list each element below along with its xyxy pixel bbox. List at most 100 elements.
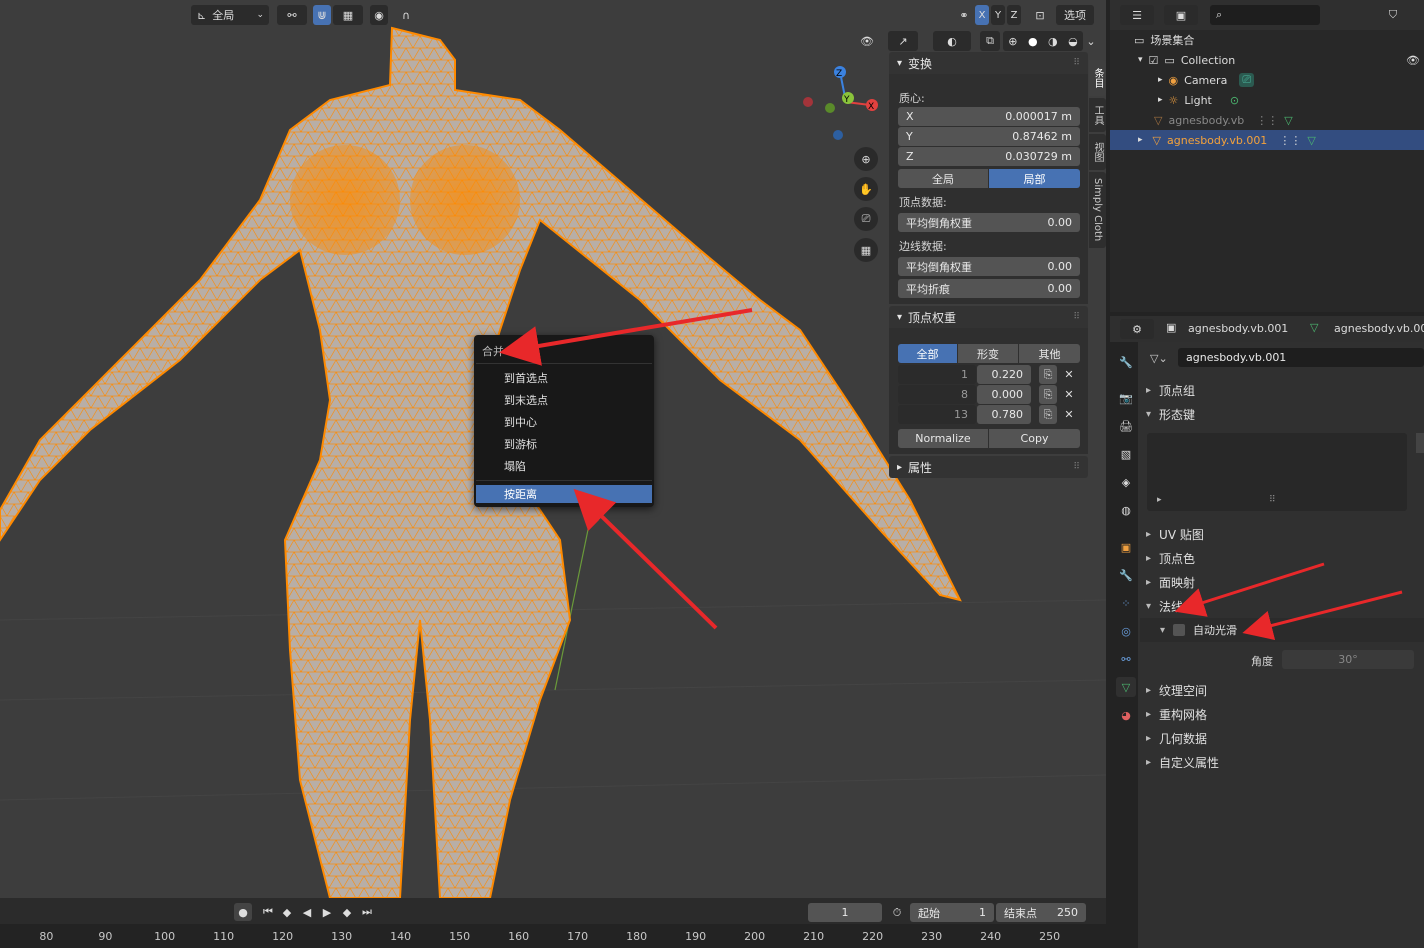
tab-simply-cloth[interactable]: Simply Cloth [1089,172,1106,248]
display-mode-dropdown[interactable]: ☰ [1120,5,1154,25]
end-frame-field[interactable]: 结束点 250 [996,903,1086,922]
tool-tab-icon[interactable]: 🔧 [1116,352,1136,372]
section-remesh[interactable]: 重构网格 [1146,706,1207,723]
light-data-icon: ⊙ [1229,93,1240,107]
stopwatch-icon[interactable]: ⏱ [888,903,906,922]
outliner-row-object-2[interactable]: ▸ ▽ agnesbody.vb.001 ⋮⋮ ▽ [1110,130,1424,150]
mesh-data-tab-icon[interactable]: ▽ [1116,677,1136,697]
current-frame-field[interactable]: 1 [808,903,882,922]
ruler-tick-label: 140 [390,930,412,943]
play-icon[interactable]: ▶ [318,903,336,921]
angle-label: 角度 [1251,655,1273,668]
collection-icon: ▭ [1134,33,1145,47]
tab-view[interactable]: 视图 [1089,134,1106,170]
light-object-icon: ☼ [1168,93,1179,107]
filter-dropdown[interactable]: ⛉ [1378,5,1408,25]
resize-handle-icon[interactable]: ⠿ [1269,495,1276,505]
outliner-row-light[interactable]: ▸ ☼ Light ⊙ [1110,90,1424,110]
material-tab-icon[interactable]: ◕ [1116,705,1136,725]
outliner-row-collection[interactable]: ▾ ☑ ▭ Collection 👁 [1110,50,1424,70]
section-custom-properties[interactable]: 自定义属性 [1146,754,1219,771]
record-icon[interactable]: ● [234,903,252,921]
world-tab-icon[interactable]: ◍ [1116,500,1136,520]
section-vertex-groups[interactable]: 顶点组 [1146,382,1195,399]
view-layer-tab-icon[interactable]: ▧ [1116,444,1136,464]
outliner-icon: ☰ [1132,8,1142,22]
ruler-tick-label: 130 [331,930,353,943]
tab-tool[interactable]: 工具 [1089,98,1106,132]
ruler-tick-label: 170 [567,930,589,943]
outliner-row-scene-collection[interactable]: ▭ 场景集合 [1110,30,1424,50]
chevron-right-icon: ▸ [1138,135,1143,145]
ruler-tick-label: 80 [39,930,54,943]
mesh-datablock-icon[interactable]: ▽⌄ [1150,348,1174,368]
section-shape-keys[interactable]: 形态键 [1146,406,1195,423]
jump-end-icon[interactable]: ⏭ [358,903,376,921]
section-uv-maps[interactable]: UV 贴图 [1146,526,1204,543]
breadcrumb-object: agnesbody.vb.001 [1188,322,1289,335]
modifier-icon: ⋮⋮ [1256,113,1279,127]
outliner-row-camera[interactable]: ▸ ◉ Camera ⎚ [1110,70,1424,90]
eye-icon[interactable]: 👁 [1406,54,1420,67]
section-geometry-data[interactable]: 几何数据 [1146,730,1207,747]
ruler-tick-label: 230 [921,930,943,943]
ruler-tick-label: 150 [449,930,471,943]
mesh-object-icon: ▽ [1154,113,1163,127]
ruler-tick-label: 200 [744,930,766,943]
jump-start-icon[interactable]: ⏮ [259,903,277,921]
section-texture-space[interactable]: 纹理空间 [1146,682,1207,699]
ruler-tick-label: 120 [272,930,294,943]
ruler-tick-label: 240 [980,930,1002,943]
3d-viewport[interactable]: ⊾ 全局 ⌄ ⚯ ⋓ ▦ ◉ ∩ ⚭ X Y Z ⊡ 选项 👁 ↗ ◐ ⧉ ⊕ … [0,0,1106,898]
outliner-header: ☰ ▣ ⌕ ⛉ [1110,0,1424,30]
prev-keyframe-icon[interactable]: ◆ [278,903,296,921]
ruler-tick-label: 190 [685,930,707,943]
properties-icon: ⚙ [1132,322,1142,336]
ruler-tick-label: 210 [803,930,825,943]
ruler-tick-label: 100 [154,930,176,943]
chevron-right-icon: ▸ [1158,75,1163,85]
chevron-right-icon: ▸ [1158,95,1163,105]
camera-data-icon: ⎚ [1239,73,1255,87]
tab-item[interactable]: 条目 [1089,60,1106,96]
mesh-data-icon: ▽ [1310,321,1319,334]
ruler-tick-label: 110 [213,930,235,943]
frame-ruler[interactable]: 80 90 100 110 120 130 140 150 160 170 180 190 200 210… [0,928,1106,946]
next-keyframe-icon[interactable]: ◆ [338,903,356,921]
outliner: ☰ ▣ ⌕ ⛉ ▭ 场景集合 ▾ ☑ ▭ Collection 👁 ▸ ◉ Ca… [1110,0,1424,312]
chevron-right-icon: ▸ [1157,495,1162,505]
mesh-object-icon: ▽ [1152,133,1161,147]
object-icon: ▣ [1166,321,1177,334]
annotation-arrows-properties [1174,562,1403,641]
mesh-data-icon: ▽ [1307,133,1316,147]
output-tab-icon[interactable]: 🖨 [1116,416,1136,436]
collection-icon: ▭ [1164,53,1175,67]
start-frame-field[interactable]: 起始 1 [910,903,994,922]
annotation-arrows [499,308,753,630]
properties-header: ⚙ ▣ agnesbody.vb.001 ▽ agnesbody.vb.001 [1110,316,1424,342]
outliner-row-object-1[interactable]: ▽ agnesbody.vb ⋮⋮ ▽ [1110,110,1424,130]
image-icon: ▣ [1175,8,1187,22]
mesh-name-field[interactable]: agnesbody.vb.001 [1178,348,1424,367]
ruler-tick-label: 250 [1039,930,1061,943]
scene-tab-icon[interactable]: ◈ [1116,472,1136,492]
filter-type-dropdown[interactable]: ▣ [1164,5,1198,25]
modifier-icon: ⋮⋮ [1279,133,1302,147]
shape-keys-list[interactable]: ▸ ⠿ [1147,433,1407,511]
chevron-down-icon: ▾ [1138,55,1143,65]
outliner-search-input[interactable]: ⌕ [1210,5,1320,25]
filter-icon: ⛉ [1388,8,1398,21]
breadcrumb-mesh: agnesbody.vb.001 [1334,322,1424,335]
checkbox-icon[interactable]: ☑ [1149,54,1159,67]
ruler-tick-label: 90 [98,930,113,943]
render-tab-icon[interactable]: 📷 [1116,388,1136,408]
ruler-tick-label: 160 [508,930,530,943]
camera-object-icon: ◉ [1168,73,1179,87]
play-reverse-icon[interactable]: ◀ [298,903,316,921]
constraints-tab-icon[interactable]: ⚯ [1116,649,1136,669]
editor-type-dropdown[interactable]: ⚙ [1120,319,1154,339]
add-shape-key-button[interactable] [1416,433,1424,453]
mesh-data-icon: ▽ [1284,113,1293,127]
timeline: ● ⏮ ◆ ◀ ▶ ◆ ⏭ 1 ⏱ 起始 1 结束点 250 80 90 100 110 1… [0,898,1110,948]
angle-field[interactable]: 30° [1282,650,1414,669]
